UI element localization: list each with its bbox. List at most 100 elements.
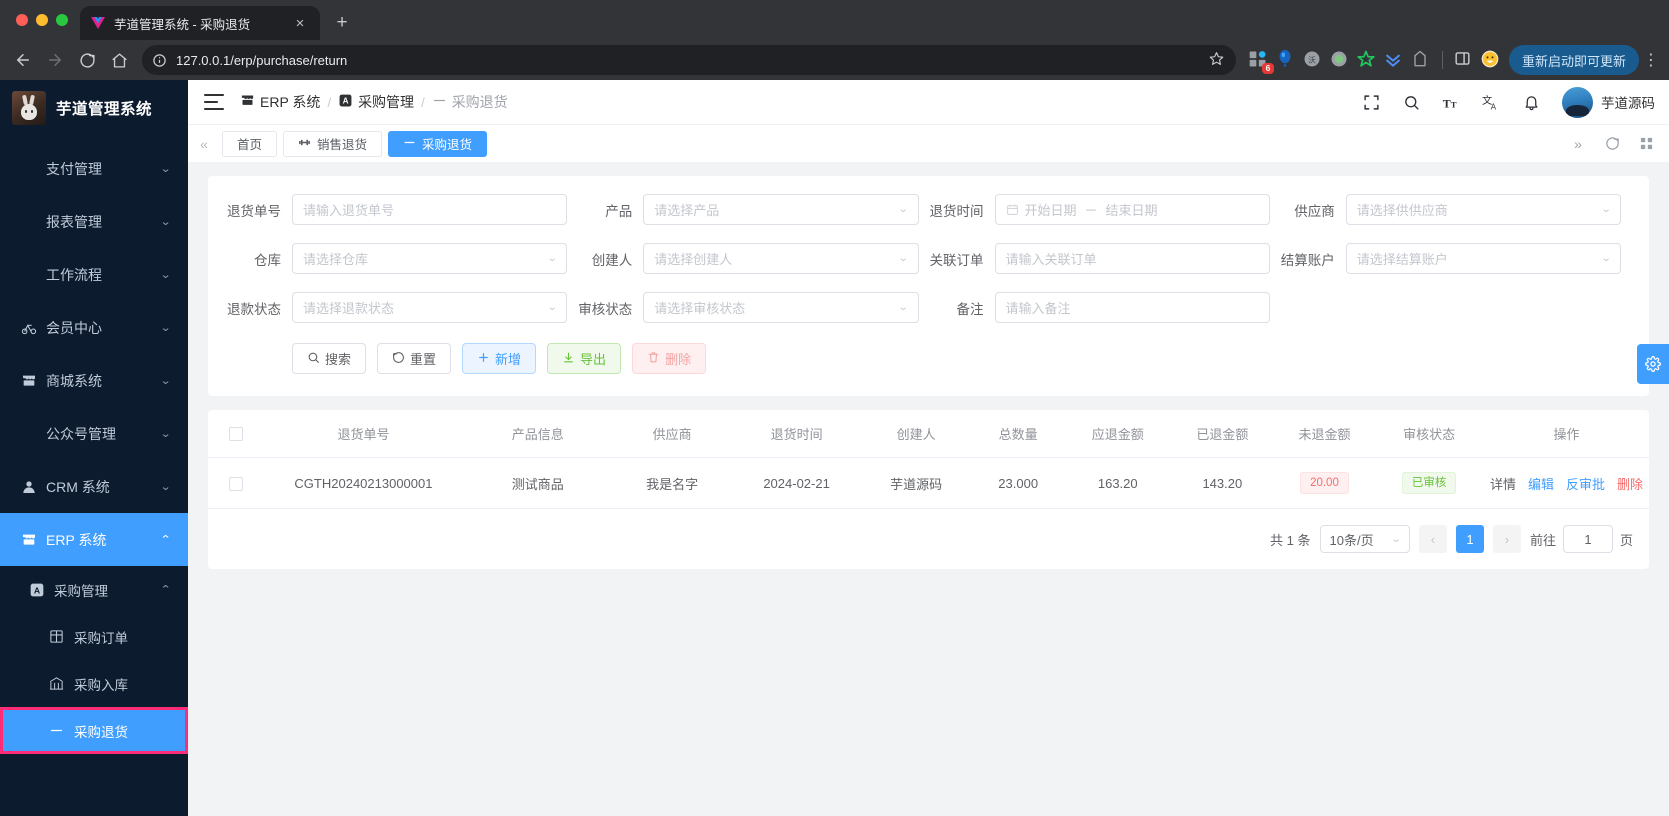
- font-size-icon[interactable]: TT: [1436, 87, 1466, 117]
- export-button[interactable]: 导出: [547, 343, 622, 374]
- letter-a-icon: A: [28, 582, 45, 598]
- profile-avatar-icon[interactable]: [1480, 49, 1502, 71]
- sidebar-item-label: 采购订单: [74, 630, 128, 646]
- extension-gray-icon[interactable]: 沃: [1302, 49, 1324, 71]
- delete-link[interactable]: 删除: [1617, 474, 1643, 493]
- related-order-input[interactable]: 请输入关联订单: [994, 243, 1270, 274]
- page-tabbar: « 首页 销售退货 采购退货 »: [188, 124, 1669, 162]
- refresh-icon[interactable]: [1597, 129, 1627, 159]
- grid-icon[interactable]: [1631, 129, 1661, 159]
- returns-table: 退货单号 产品信息 供应商 退货时间 创建人 总数量 应退金额 已退金额 未退金…: [208, 410, 1649, 509]
- delete-button[interactable]: 删除: [632, 343, 707, 374]
- extension-puzzle-icon[interactable]: 6: [1248, 49, 1274, 74]
- restart-to-update-button[interactable]: 重新启动即可更新: [1508, 45, 1639, 75]
- edit-link[interactable]: 编辑: [1528, 474, 1554, 493]
- translate-icon[interactable]: 文A: [1476, 87, 1506, 117]
- detail-link[interactable]: 详情: [1490, 474, 1516, 493]
- creator-select[interactable]: 请选择创建人 ⌄: [643, 243, 919, 274]
- minimize-window-button[interactable]: [36, 14, 48, 26]
- sidebar-item-mp[interactable]: 公众号管理 ⌄: [0, 407, 188, 460]
- warehouse-select[interactable]: 请选择仓库 ⌄: [292, 243, 568, 274]
- sidebar-item-purchase-in[interactable]: 采购入库: [0, 660, 188, 707]
- td-select: [208, 457, 264, 509]
- sidepanel-icon[interactable]: [1453, 49, 1475, 71]
- tabs-scroll-left-icon[interactable]: «: [188, 125, 220, 163]
- fullscreen-icon[interactable]: [1356, 87, 1386, 117]
- reload-icon[interactable]: [72, 45, 102, 75]
- extension-star-icon[interactable]: [1356, 49, 1378, 71]
- tabs-scroll-right-icon[interactable]: »: [1563, 129, 1593, 159]
- button-label: 重置: [410, 352, 437, 367]
- sidebar-item-mall[interactable]: 商城系统 ⌄: [0, 354, 188, 407]
- site-info-icon[interactable]: [152, 53, 167, 68]
- maximize-window-button[interactable]: [56, 14, 68, 26]
- tab-home[interactable]: 首页: [222, 130, 278, 157]
- window-controls: [12, 0, 80, 40]
- extension-shape-icon[interactable]: [1410, 49, 1432, 71]
- breadcrumb-item-purchase-mgmt[interactable]: A 采购管理: [338, 92, 414, 112]
- breadcrumb-item-erp[interactable]: ERP 系统: [240, 92, 320, 112]
- sidebar-item-workflow[interactable]: 工作流程 ⌄: [0, 248, 188, 301]
- sidebar-item-purchase-return[interactable]: 采购退货: [0, 707, 188, 754]
- supplier-select[interactable]: 请选择供供应商 ⌄: [1345, 194, 1621, 225]
- return-no-input[interactable]: 请输入退货单号: [292, 194, 568, 225]
- hamburger-icon[interactable]: [204, 94, 224, 110]
- browser-tab[interactable]: 芋道管理系统 - 采购退货 ×: [80, 6, 320, 40]
- tab-sales-return[interactable]: 销售退货: [283, 130, 383, 157]
- audit-status-select[interactable]: 请选择审核状态 ⌄: [643, 292, 919, 323]
- th-return-no: 退货单号: [263, 410, 464, 458]
- extension-chevrons-icon[interactable]: [1383, 49, 1405, 71]
- prev-page-button[interactable]: ‹: [1418, 525, 1447, 553]
- sidebar-item-label: ERP 系统: [46, 531, 107, 548]
- new-tab-button[interactable]: +: [328, 9, 356, 37]
- sidebar-item-erp[interactable]: ERP 系统 ⌃: [0, 513, 188, 566]
- field-refund-status: 退款状态 请选择退款状态 ⌄: [226, 292, 577, 323]
- bell-icon[interactable]: [1516, 87, 1546, 117]
- home-icon[interactable]: [104, 45, 134, 75]
- jump-input[interactable]: 1: [1562, 525, 1613, 553]
- select-all-checkbox[interactable]: [228, 427, 243, 442]
- sidebar-item-report[interactable]: 报表管理 ⌄: [0, 195, 188, 248]
- main-area: ERP 系统 / A 采购管理 / 采购退货 T T 文 A 芋道源码 « 首页…: [188, 80, 1669, 816]
- browser-menu-icon[interactable]: ⋮: [1641, 50, 1661, 70]
- sidebar-logo[interactable]: 芋道管理系统: [0, 80, 188, 136]
- field-label: 退货单号: [227, 203, 281, 219]
- bookmark-star-icon[interactable]: [1209, 51, 1226, 69]
- placeholder-text: 请输入退货单号: [303, 203, 395, 218]
- sidebar-item-purchase-order[interactable]: 采购订单: [0, 613, 188, 660]
- settlement-account-select[interactable]: 请选择结算账户 ⌄: [1345, 243, 1621, 274]
- sidebar-item-crm[interactable]: CRM 系统 ⌄: [0, 460, 188, 513]
- extension-balloon-icon[interactable]: [1275, 49, 1297, 71]
- field-creator: 创建人 请选择创建人 ⌄: [577, 243, 928, 274]
- search-icon[interactable]: [1396, 87, 1426, 117]
- refund-status-select[interactable]: 请选择退款状态 ⌄: [292, 292, 568, 323]
- reset-button[interactable]: 重置: [377, 343, 452, 374]
- search-button[interactable]: 搜索: [292, 343, 367, 374]
- remark-input[interactable]: 请输入备注: [994, 292, 1270, 323]
- product-select[interactable]: 请选择产品 ⌄: [643, 194, 919, 225]
- return-time-daterange[interactable]: 开始日期 － 结束日期: [994, 194, 1270, 225]
- next-page-button[interactable]: ›: [1492, 525, 1521, 553]
- forward-icon[interactable]: [40, 45, 70, 75]
- sidebar-item-purchase-mgmt[interactable]: A 采购管理 ⌃: [0, 566, 188, 613]
- svg-text:A: A: [343, 97, 349, 106]
- settings-gear-icon[interactable]: [1637, 344, 1669, 384]
- extension-dot-icon[interactable]: [1329, 49, 1351, 71]
- add-button[interactable]: 新增: [462, 343, 537, 374]
- extensions-strip: 6 沃: [1244, 49, 1502, 74]
- field-spacer: [1280, 292, 1631, 323]
- sidebar-item-payment[interactable]: 支付管理 ⌄: [0, 142, 188, 195]
- page-size-select[interactable]: 10条/页 ⌄: [1319, 525, 1410, 553]
- page-number-button[interactable]: 1: [1455, 525, 1484, 553]
- tab-purchase-return[interactable]: 采购退货: [388, 130, 488, 157]
- sidebar-item-member[interactable]: 会员中心 ⌄: [0, 301, 188, 354]
- user-menu[interactable]: 芋道源码: [1562, 86, 1655, 118]
- sidebar-item-label: 采购退货: [74, 724, 128, 740]
- unapprove-link[interactable]: 反审批: [1566, 474, 1605, 493]
- address-bar[interactable]: 127.0.0.1/erp/purchase/return: [142, 45, 1236, 75]
- back-icon[interactable]: [8, 45, 38, 75]
- close-window-button[interactable]: [16, 14, 28, 26]
- close-icon[interactable]: ×: [290, 13, 310, 33]
- row-checkbox[interactable]: [228, 476, 243, 491]
- page-content: 退货单号 请输入退货单号 产品 请选择产品 ⌄ 退货时间 开始日期 － 结束日期…: [188, 162, 1669, 816]
